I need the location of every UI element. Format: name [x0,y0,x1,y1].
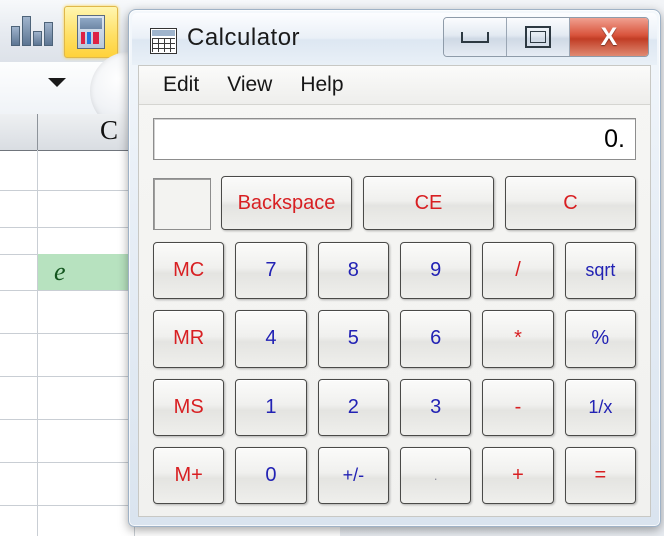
digit-8-button[interactable]: 8 [317,242,389,300]
calculator-icon [150,28,177,54]
close-icon: X [600,22,618,51]
digit-5-button[interactable]: 5 [317,310,389,368]
digit-4-button[interactable]: 4 [235,310,307,368]
cell-value-e: e [54,257,66,286]
window-panes-glyph [77,15,105,49]
digit-1-button[interactable]: 1 [235,378,307,436]
chevron-down-glyph-2 [48,78,66,87]
sign-toggle-button[interactable]: +/- [317,446,389,504]
minimize-icon [461,31,489,43]
decimal-point-button[interactable]: . [400,446,472,504]
equals-button[interactable]: = [564,446,636,504]
digit-7-button[interactable]: 7 [235,242,307,300]
sqrt-button[interactable]: sqrt [564,242,636,300]
multiply-button[interactable]: * [482,310,554,368]
calculator-client-area: Edit View Help 0. Backspace CE C MC 7 8 9/s… [138,65,651,517]
menu-bar: Edit View Help [139,66,650,105]
toolbar-dropdown-arrow-icon[interactable] [48,78,66,87]
window-title: Calculator [187,24,301,51]
top-button-row: Backspace CE C [221,176,636,230]
digit-0-button[interactable]: 0 [235,446,307,504]
memory-recall-button[interactable]: MR [153,310,225,368]
percent-button[interactable]: % [564,310,636,368]
memory-store-button[interactable]: MS [153,378,225,436]
calculator-window[interactable]: Calculator X Edit View Help 0. Backspace… [128,9,661,527]
menu-item-view[interactable]: View [213,71,286,99]
divide-button[interactable]: / [482,242,554,300]
subtract-button[interactable]: - [482,378,554,436]
spreadsheet-cell-highlighted[interactable]: e [38,254,135,290]
backspace-button[interactable]: Backspace [221,176,352,230]
memory-add-button[interactable]: M+ [153,446,225,504]
restore-icon [525,26,551,48]
chart-bars-glyph [11,16,53,46]
clear-button[interactable]: C [505,176,636,230]
window-controls: X [443,17,649,57]
display-value: 0. [604,124,625,153]
window-panes-icon[interactable] [64,6,118,58]
memory-clear-button[interactable]: MC [153,242,225,300]
digit-6-button[interactable]: 6 [400,310,472,368]
reciprocal-button[interactable]: 1/x [564,378,636,436]
menu-item-help[interactable]: Help [286,71,357,99]
minimize-button[interactable] [444,18,507,56]
calculator-keypad: MC 7 8 9/sqrt MR 4 5 6 *% MS 1 2 3-1/x M+ 0 +/-. + = [153,242,636,504]
chart-bars-icon[interactable] [6,6,58,56]
maximize-button[interactable] [507,18,570,56]
clear-entry-button[interactable]: CE [363,176,494,230]
close-button[interactable]: X [570,18,648,56]
memory-indicator [153,178,211,230]
calculator-display[interactable]: 0. [153,118,636,160]
menu-item-edit[interactable]: Edit [149,71,213,99]
digit-9-button[interactable]: 9 [400,242,472,300]
digit-3-button[interactable]: 3 [400,378,472,436]
add-button[interactable]: + [482,446,554,504]
digit-2-button[interactable]: 2 [317,378,389,436]
column-header-c[interactable]: C [100,115,118,146]
title-bar[interactable]: Calculator X [132,13,657,65]
